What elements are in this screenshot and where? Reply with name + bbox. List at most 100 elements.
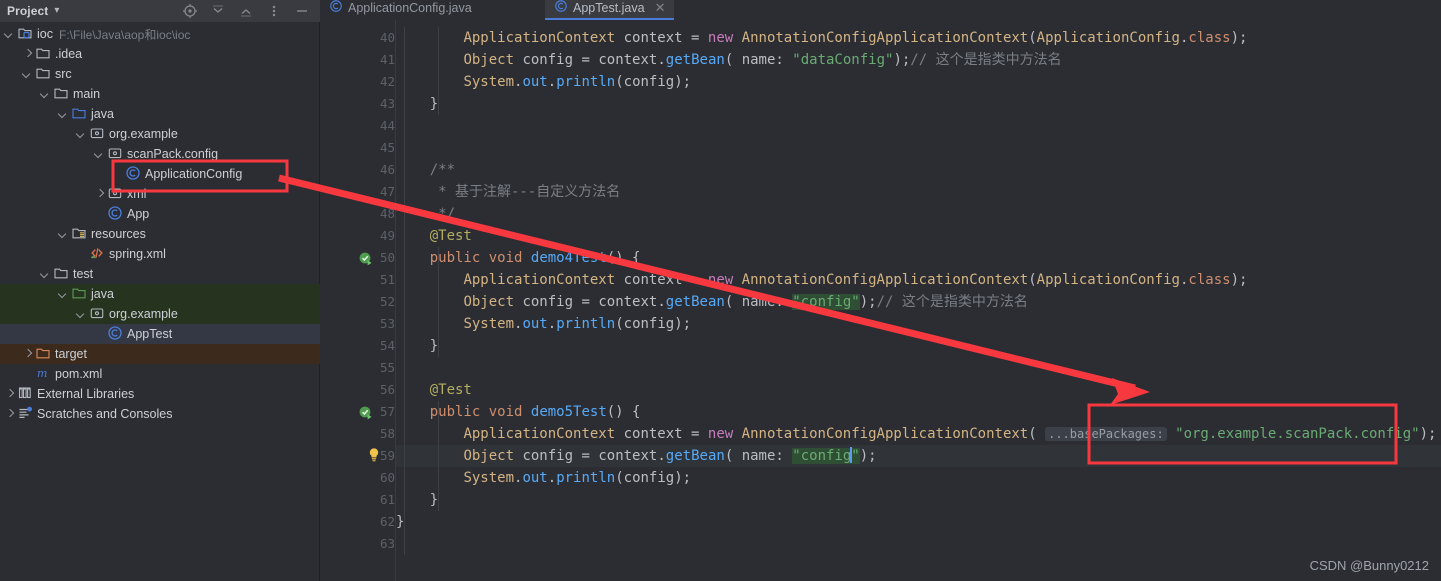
code-line-56[interactable]: @Test (396, 379, 472, 401)
project-tree[interactable]: ioc F:\File\Java\aop和ioc\ioc .idea src main j… (0, 22, 320, 581)
code-line-49[interactable]: @Test (396, 225, 472, 247)
indent-guide (438, 247, 439, 357)
resource-root-icon (71, 225, 91, 244)
tree-item-scanpack-config[interactable]: scanPack.config (0, 144, 320, 164)
code-line-59[interactable]: Object config = context.getBean( name: "… (396, 445, 877, 467)
code-line-61[interactable]: } (396, 489, 438, 511)
tree-item-pom-xml[interactable]: m pom.xml (0, 364, 320, 384)
no-arrow-spacer (22, 369, 33, 380)
intention-bulb-icon[interactable] (366, 445, 382, 467)
tree-item-app[interactable]: App (0, 204, 320, 224)
expand-all-icon[interactable] (210, 3, 226, 19)
tree-item-resources[interactable]: resources (0, 224, 320, 244)
code-line-53[interactable]: System.out.println(config); (396, 313, 691, 335)
run-test-gutter-icon[interactable] (358, 247, 374, 269)
editor-tab-applicationconfig[interactable]: ApplicationConfig.java (320, 0, 481, 20)
tree-item-path: F:\File\Java\aop和ioc\ioc (58, 27, 191, 42)
chevron-down-icon[interactable]: ▾ (54, 6, 59, 16)
line-number: 45 (379, 140, 395, 155)
line-number: 48 (379, 206, 395, 221)
tree-item-external-libraries[interactable]: External Libraries (0, 384, 320, 404)
java-class-icon (329, 0, 348, 16)
chevron-down-icon[interactable] (40, 269, 51, 280)
no-arrow-spacer (94, 329, 105, 340)
indent-guide (438, 27, 439, 115)
chevron-right-icon[interactable] (4, 409, 15, 420)
tree-item-test[interactable]: test (0, 264, 320, 284)
line-number: 46 (379, 162, 395, 177)
code-content[interactable]: ApplicationContext context = new Annotat… (396, 20, 1441, 581)
chevron-right-icon[interactable] (22, 349, 33, 360)
chevron-down-icon[interactable] (94, 149, 105, 160)
watermark: CSDN @Bunny0212 (1309, 558, 1429, 573)
chevron-down-icon[interactable] (22, 69, 33, 80)
more-options-icon[interactable] (266, 3, 282, 19)
code-line-50[interactable]: public void demo4Test() { (396, 247, 641, 269)
tree-item-org-example[interactable]: org.example (0, 304, 320, 324)
tree-item-spring-xml[interactable]: spring.xml (0, 244, 320, 264)
chevron-down-icon[interactable] (76, 129, 87, 140)
editor-tab-bar[interactable]: ApplicationConfig.java AppTest.java ✕ (320, 0, 1441, 20)
line-number: 55 (379, 360, 395, 375)
chevron-down-icon[interactable] (76, 309, 87, 320)
indent-guide (404, 27, 405, 555)
tree-item-org-example[interactable]: org.example (0, 124, 320, 144)
collapse-all-icon[interactable] (238, 3, 254, 19)
line-number: 60 (379, 470, 395, 485)
locate-icon[interactable] (182, 3, 198, 19)
tree-item-label: org.example (109, 127, 178, 141)
editor-tab-label: ApplicationConfig.java (348, 0, 472, 15)
package-icon (107, 185, 127, 204)
close-icon[interactable]: ✕ (655, 1, 666, 14)
code-line-40[interactable]: ApplicationContext context = new Annotat… (396, 27, 1247, 49)
chevron-right-icon[interactable] (94, 189, 105, 200)
xml-file-icon (89, 245, 109, 264)
svg-text:m: m (37, 367, 47, 380)
line-number: 61 (379, 492, 395, 507)
code-line-41[interactable]: Object config = context.getBean( name: "… (396, 49, 1061, 71)
chevron-down-icon[interactable] (40, 89, 51, 100)
tree-item-label: main (73, 87, 101, 101)
folder-icon (35, 65, 55, 84)
chevron-down-icon[interactable] (58, 109, 69, 120)
tree-item-java[interactable]: java (0, 284, 320, 304)
code-line-58[interactable]: ApplicationContext context = new Annotat… (396, 423, 1436, 445)
code-line-60[interactable]: System.out.println(config); (396, 467, 691, 489)
chevron-down-icon[interactable] (58, 229, 69, 240)
tree-item-main[interactable]: main (0, 84, 320, 104)
code-line-51[interactable]: ApplicationContext context = new Annotat… (396, 269, 1247, 291)
code-line-54[interactable]: } (396, 335, 438, 357)
minimize-icon[interactable] (294, 3, 310, 19)
editor-tab-apptest[interactable]: AppTest.java ✕ (545, 0, 675, 20)
code-line-57[interactable]: public void demo5Test() { (396, 401, 641, 423)
code-line-52[interactable]: Object config = context.getBean( name: "… (396, 291, 1028, 313)
chevron-down-icon[interactable] (4, 29, 15, 40)
tree-item-java[interactable]: java (0, 104, 320, 124)
editor-area: ApplicationConfig.java AppTest.java ✕ 40 41… (320, 0, 1441, 581)
project-panel-toolbar (182, 0, 316, 22)
tree-item-label: ApplicationConfig (145, 167, 243, 181)
line-number: 40 (379, 30, 395, 45)
run-test-gutter-icon[interactable] (358, 401, 374, 423)
code-line-43[interactable]: } (396, 93, 438, 115)
tree-item-apptest[interactable]: AppTest (0, 324, 320, 344)
tree-item-label: test (73, 267, 94, 281)
editor-gutter[interactable]: 40 41 42 43 44 45 46 47 48 49 50 51 52 53 54 55 56 57 58 59… (320, 20, 396, 581)
code-line-47[interactable]: * 基于注解---自定义方法名 (396, 181, 620, 203)
tree-item-label: AppTest (127, 327, 173, 341)
tree-item-target[interactable]: target (0, 344, 320, 364)
tree-item-src[interactable]: src (0, 64, 320, 84)
tree-item-xml[interactable]: xml (0, 184, 320, 204)
tree-item--idea[interactable]: .idea (0, 44, 320, 64)
java-class-icon (107, 325, 127, 344)
tree-item-label: target (55, 347, 87, 361)
tree-item-applicationconfig[interactable]: ApplicationConfig (0, 164, 320, 184)
editor-tab-label: AppTest.java (573, 0, 645, 15)
tree-item-ioc[interactable]: ioc F:\File\Java\aop和ioc\ioc (0, 24, 320, 44)
code-line-42[interactable]: System.out.println(config); (396, 71, 691, 93)
chevron-right-icon[interactable] (4, 389, 15, 400)
tree-item-scratches-and-consoles[interactable]: Scratches and Consoles (0, 404, 320, 424)
no-arrow-spacer (76, 249, 87, 260)
chevron-right-icon[interactable] (22, 49, 33, 60)
chevron-down-icon[interactable] (58, 289, 69, 300)
